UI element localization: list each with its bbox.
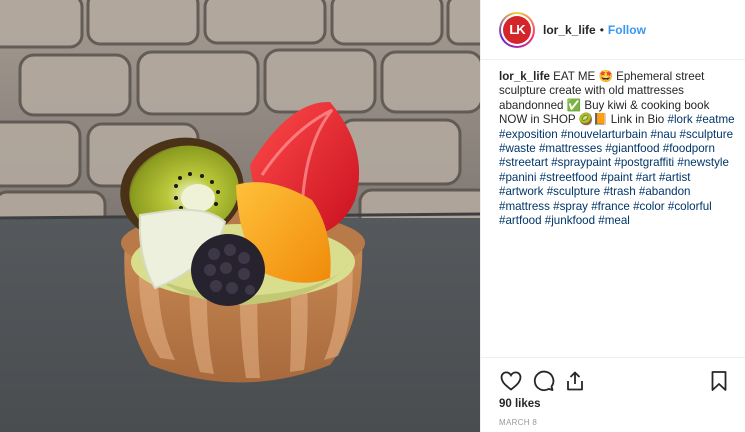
post-caption: lor_k_life EAT ME 🤩 Ephemeral street scu… bbox=[499, 70, 735, 228]
avatar-logo: LK bbox=[503, 15, 531, 44]
hashtag-link[interactable]: #art bbox=[636, 171, 656, 184]
hashtag-link[interactable]: #exposition bbox=[499, 128, 558, 141]
hashtag-link[interactable]: #color bbox=[633, 200, 665, 213]
hashtag-link[interactable]: #artist bbox=[659, 171, 691, 184]
hashtag-link[interactable]: #junkfood bbox=[545, 214, 595, 227]
caption-hashtags: #lork #eatme #exposition #nouvelarturbai… bbox=[499, 113, 735, 227]
hashtag-link[interactable]: #spraypaint bbox=[551, 156, 611, 169]
bookmark-icon[interactable] bbox=[707, 369, 731, 393]
actions-divider bbox=[481, 357, 745, 358]
hashtag-link[interactable]: #mattresses bbox=[539, 142, 602, 155]
hashtag-link[interactable]: #artfood bbox=[499, 214, 542, 227]
fruit-tart-sculpture-image bbox=[0, 0, 480, 432]
hashtag-link[interactable]: #panini bbox=[499, 171, 536, 184]
hashtag-link[interactable]: #spray bbox=[553, 200, 588, 213]
follow-button[interactable]: Follow bbox=[608, 23, 646, 37]
comment-icon[interactable] bbox=[531, 369, 555, 393]
hashtag-link[interactable]: #streetart bbox=[499, 156, 548, 169]
caption-username[interactable]: lor_k_life bbox=[499, 70, 550, 83]
hashtag-link[interactable]: #paint bbox=[601, 171, 633, 184]
hashtag-link[interactable]: #france bbox=[591, 200, 630, 213]
post-photo[interactable] bbox=[0, 0, 480, 432]
post-actions bbox=[499, 367, 731, 395]
hashtag-link[interactable]: #giantfood bbox=[605, 142, 659, 155]
post-date: MARCH 8 bbox=[499, 418, 538, 427]
instagram-post: LK lor_k_life • Follow lor_k_life EAT ME… bbox=[0, 0, 745, 432]
post-header: LK lor_k_life • Follow bbox=[481, 0, 745, 60]
hashtag-link[interactable]: #abandon bbox=[639, 185, 691, 198]
heart-icon[interactable] bbox=[499, 369, 523, 393]
hashtag-link[interactable]: #nouvelarturbain bbox=[561, 128, 647, 141]
hashtag-link[interactable]: #postgraffiti bbox=[614, 156, 674, 169]
post-sidebar: LK lor_k_life • Follow lor_k_life EAT ME… bbox=[480, 0, 745, 432]
hashtag-link[interactable]: #mattress bbox=[499, 200, 550, 213]
likes-count[interactable]: 90 likes bbox=[499, 398, 541, 410]
avatar-ring: LK bbox=[501, 13, 533, 46]
hashtag-link[interactable]: #artwork bbox=[499, 185, 543, 198]
hashtag-link[interactable]: #sculpture bbox=[547, 185, 601, 198]
hashtag-link[interactable]: #streetfood bbox=[540, 171, 598, 184]
hashtag-link[interactable]: #newstyle bbox=[677, 156, 729, 169]
hashtag-link[interactable]: #eatme bbox=[696, 113, 735, 126]
hashtag-link[interactable]: #sculpture bbox=[680, 128, 734, 141]
separator-dot: • bbox=[599, 22, 604, 37]
hashtag-link[interactable]: #waste bbox=[499, 142, 536, 155]
username-link[interactable]: lor_k_life bbox=[543, 23, 596, 37]
hashtag-link[interactable]: #foodporn bbox=[663, 142, 715, 155]
hashtag-link[interactable]: #nau bbox=[651, 128, 677, 141]
hashtag-link[interactable]: #colorful bbox=[668, 200, 712, 213]
avatar[interactable]: LK bbox=[499, 11, 535, 48]
hashtag-link[interactable]: #meal bbox=[598, 214, 630, 227]
hashtag-link[interactable]: #trash bbox=[603, 185, 635, 198]
hashtag-link[interactable]: #lork bbox=[668, 113, 693, 126]
share-icon[interactable] bbox=[563, 369, 587, 393]
